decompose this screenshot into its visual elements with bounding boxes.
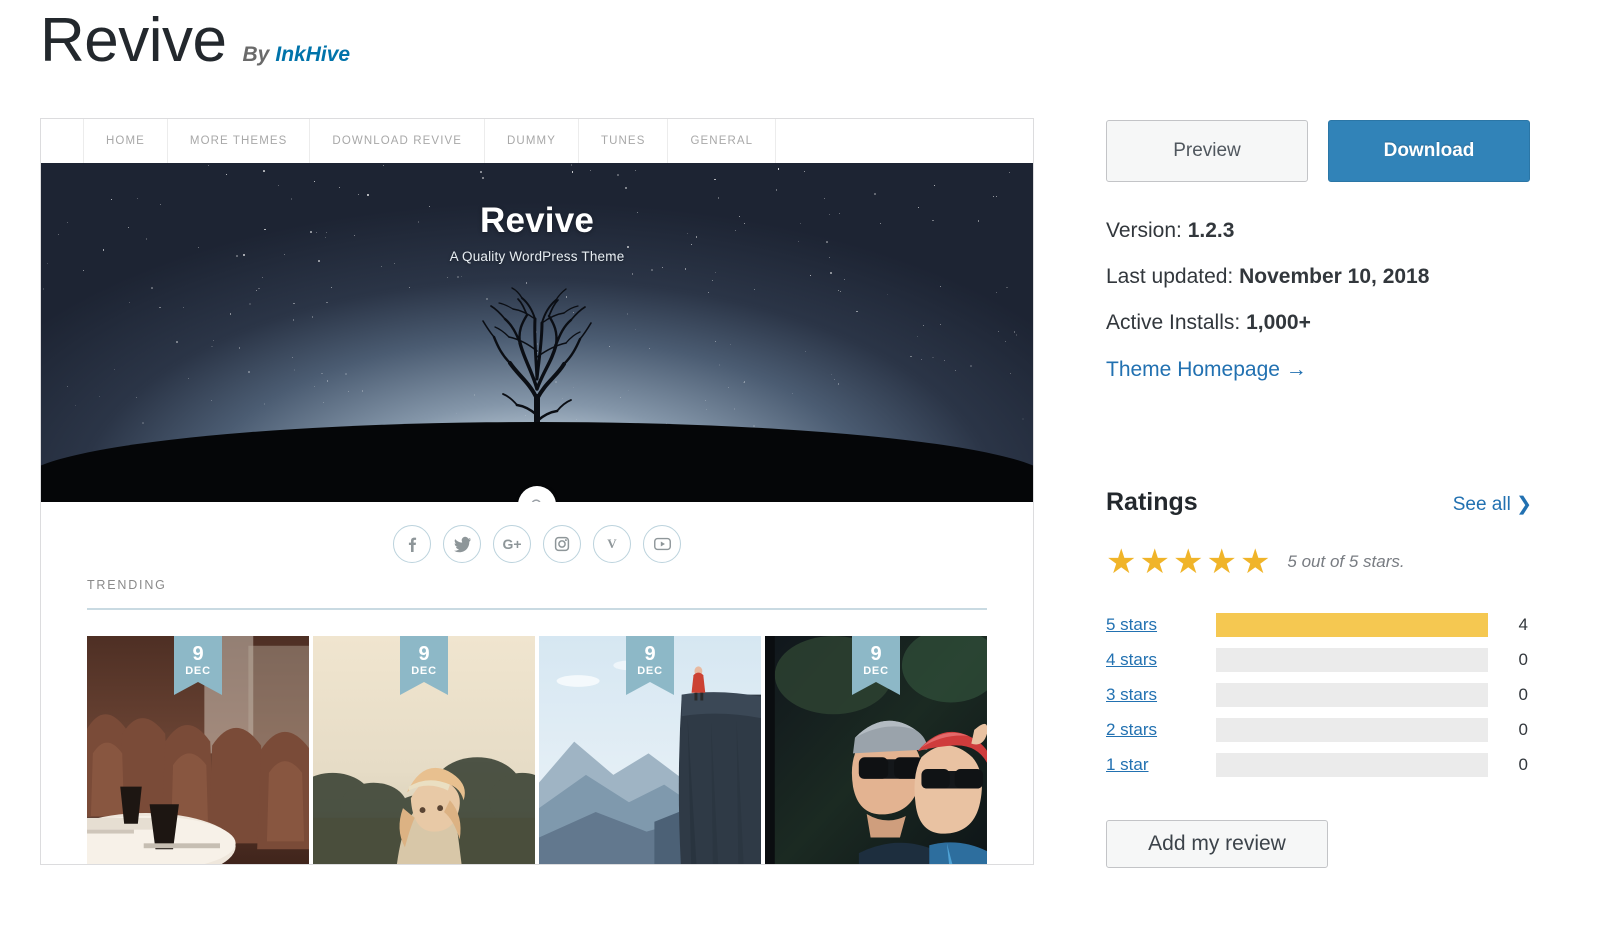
preview-button[interactable]: Preview	[1106, 120, 1308, 182]
date-badge: 9 DEC	[400, 636, 448, 695]
date-month: DEC	[411, 665, 437, 677]
theme-detail-page: Revive By InkHive HOME MORE THEMES DOWNL…	[0, 0, 1600, 949]
version-label: Version:	[1106, 219, 1182, 242]
version-value: 1.2.3	[1187, 219, 1235, 242]
nav-item-download-revive[interactable]: DOWNLOAD REVIVE	[310, 119, 486, 163]
rating-count-5-stars: 4	[1518, 614, 1528, 634]
rating-bar-track	[1216, 682, 1488, 707]
list-item[interactable]: 9 DEC	[87, 636, 309, 864]
theme-header: Revive By InkHive	[40, 8, 350, 73]
rating-row-2-stars: 2 stars 0	[1106, 712, 1532, 747]
youtube-icon[interactable]	[643, 525, 681, 563]
version-line: Version: 1.2.3	[1106, 208, 1532, 254]
date-badge: 9 DEC	[626, 636, 674, 695]
ratings-title: Ratings	[1106, 488, 1198, 516]
vine-icon[interactable]: V	[593, 525, 631, 563]
last-updated-value: November 10, 2018	[1239, 265, 1430, 288]
rating-bar-track	[1216, 752, 1488, 777]
date-month: DEC	[863, 665, 889, 677]
date-badge: 9 DEC	[174, 636, 222, 695]
star-icon: ★	[1139, 543, 1170, 581]
google-plus-icon[interactable]: G+	[493, 525, 531, 563]
preview-hero: Revive A Quality WordPress Theme	[41, 163, 1033, 502]
nav-item-tunes[interactable]: TUNES	[579, 119, 669, 163]
instagram-icon[interactable]	[543, 525, 581, 563]
rating-row-5-stars: 5 stars 4	[1106, 607, 1532, 642]
hero-text-block: Revive A Quality WordPress Theme	[41, 201, 1033, 264]
nav-item-home[interactable]: HOME	[83, 119, 168, 163]
rating-label-4-stars[interactable]: 4 stars	[1106, 650, 1216, 670]
author-link[interactable]: InkHive	[275, 43, 350, 67]
active-installs-line: Active Installs: 1,000+	[1106, 300, 1532, 346]
rating-count-4-stars: 0	[1518, 649, 1528, 669]
rating-count-1-star: 0	[1518, 754, 1528, 774]
rating-label-5-stars[interactable]: 5 stars	[1106, 615, 1216, 635]
last-updated-line: Last updated: November 10, 2018	[1106, 254, 1532, 300]
nav-item-more-themes[interactable]: MORE THEMES	[168, 119, 311, 163]
page-title: Revive	[40, 6, 227, 75]
star-icon: ★	[1106, 543, 1137, 581]
list-item[interactable]: 9 DEC	[313, 636, 535, 864]
trending-thumbnails: 9 DEC 9 DEC 9 DEC 9 DEC	[41, 610, 1033, 864]
rating-count-3-stars: 0	[1518, 684, 1528, 704]
search-icon	[531, 498, 541, 502]
rating-row-4-stars: 4 stars 0	[1106, 642, 1532, 677]
date-day: 9	[192, 643, 204, 665]
rating-caption: 5 out of 5 stars.	[1287, 552, 1405, 571]
rating-breakdown: 5 stars 4 4 stars 0 3 stars 0 2 stars 0 …	[1106, 607, 1532, 782]
theme-screenshot: HOME MORE THEMES DOWNLOAD REVIVE DUMMY T…	[40, 118, 1034, 865]
ratings-header: Ratings See all ❯	[1106, 488, 1532, 517]
see-all-ratings-link[interactable]: See all ❯	[1453, 493, 1532, 516]
rating-label-1-star[interactable]: 1 star	[1106, 755, 1216, 775]
date-month: DEC	[637, 665, 663, 677]
date-month: DEC	[185, 665, 211, 677]
date-day: 9	[418, 643, 430, 665]
list-item[interactable]: 9 DEC	[539, 636, 761, 864]
trending-label: TRENDING	[87, 578, 167, 592]
star-rating: ★ ★ ★ ★ ★ 5 out of 5 stars.	[1106, 545, 1532, 579]
action-buttons: Preview Download	[1106, 120, 1532, 182]
social-links-row: G+ V	[41, 502, 1033, 578]
date-day: 9	[644, 643, 656, 665]
rating-count-2-stars: 0	[1518, 719, 1528, 739]
by-label: By	[242, 43, 270, 66]
add-my-review-button[interactable]: Add my review	[1106, 820, 1328, 868]
rating-row-3-stars: 3 stars 0	[1106, 677, 1532, 712]
hero-title: Revive	[479, 201, 595, 240]
nav-item-general[interactable]: GENERAL	[668, 119, 777, 163]
date-badge: 9 DEC	[852, 636, 900, 695]
rating-row-1-star: 1 star 0	[1106, 747, 1532, 782]
rating-bar-track	[1216, 717, 1488, 742]
star-icon: ★	[1206, 543, 1237, 581]
theme-homepage-link[interactable]: Theme Homepage →	[1106, 358, 1307, 382]
download-button[interactable]: Download	[1328, 120, 1530, 182]
last-updated-label: Last updated:	[1106, 265, 1234, 288]
preview-site-nav: HOME MORE THEMES DOWNLOAD REVIVE DUMMY T…	[41, 119, 1033, 163]
nav-item-dummy[interactable]: DUMMY	[485, 119, 579, 163]
active-installs-label: Active Installs:	[1106, 311, 1241, 334]
list-item[interactable]: 9 DEC	[765, 636, 987, 864]
star-icon: ★	[1172, 543, 1204, 581]
rating-label-3-stars[interactable]: 3 stars	[1106, 685, 1216, 705]
theme-sidebar: Preview Download Version: 1.2.3 Last upd…	[1106, 120, 1532, 868]
theme-meta: Version: 1.2.3 Last updated: November 10…	[1106, 208, 1532, 382]
twitter-icon[interactable]	[443, 525, 481, 563]
rating-bar-fill	[1216, 612, 1488, 637]
active-installs-value: 1,000+	[1246, 311, 1311, 334]
rating-bar-track	[1216, 647, 1488, 672]
facebook-icon[interactable]	[393, 525, 431, 563]
trending-section-header: TRENDING	[41, 578, 1033, 610]
hero-subtitle: A Quality WordPress Theme	[449, 249, 625, 264]
rating-bar-track	[1216, 612, 1488, 637]
date-day: 9	[870, 643, 882, 665]
rating-label-2-stars[interactable]: 2 stars	[1106, 720, 1216, 740]
star-icon: ★	[1239, 543, 1271, 581]
